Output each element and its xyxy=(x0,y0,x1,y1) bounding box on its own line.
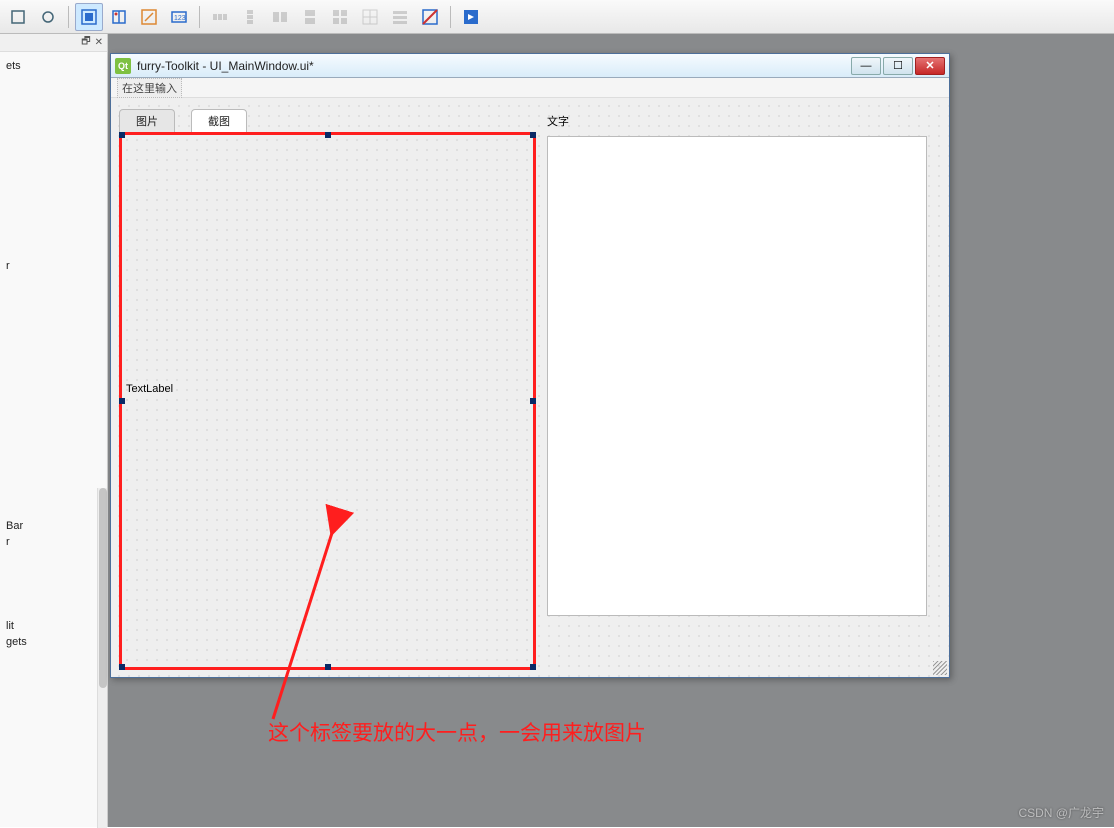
svg-text:123: 123 xyxy=(174,15,186,22)
vbox-icon xyxy=(236,3,264,31)
tab-bar: 图片 截图 xyxy=(119,110,536,132)
qlabel-widget[interactable]: TextLabel xyxy=(126,383,173,395)
titlebar[interactable]: Qt furry-Toolkit - UI_MainWindow.ui* — ☐… xyxy=(111,54,949,78)
break2-icon[interactable] xyxy=(416,3,444,31)
menubar-hint[interactable]: 在这里输入 xyxy=(117,78,182,98)
widget-category[interactable]: Bar xyxy=(4,518,103,534)
close-button[interactable]: ✕ xyxy=(915,57,945,75)
left-scroll-thumb[interactable] xyxy=(99,488,107,688)
edit-signals-icon[interactable] xyxy=(34,3,62,31)
selection-handle[interactable] xyxy=(530,398,536,404)
widget-category[interactable]: ets xyxy=(4,58,103,74)
tab-page-screenshot[interactable]: TextLabel xyxy=(119,132,536,670)
dock-header: 🗗 ✕ xyxy=(0,34,107,52)
hbox-icon xyxy=(206,3,234,31)
edit-widgets-icon[interactable] xyxy=(4,3,32,31)
text-edit-widget[interactable] xyxy=(547,136,927,616)
tab-image[interactable]: 图片 xyxy=(119,109,175,132)
widget-category[interactable]: lit xyxy=(4,618,103,634)
design-canvas: Qt furry-Toolkit - UI_MainWindow.ui* — ☐… xyxy=(108,34,1114,827)
resize-grip[interactable] xyxy=(933,661,947,675)
hsplit-icon xyxy=(266,3,294,31)
widget-box-panel: 🗗 ✕ ets rBarrlitgets xyxy=(0,34,108,827)
layout-adjust-icon[interactable]: 123 xyxy=(165,3,193,31)
widget-category[interactable]: gets xyxy=(4,634,103,650)
minimize-button[interactable]: — xyxy=(851,57,881,75)
selection-handle[interactable] xyxy=(325,132,331,138)
widget-category[interactable] xyxy=(4,554,103,558)
layout-form-icon[interactable] xyxy=(105,3,133,31)
dock-float-icon[interactable]: 🗗 xyxy=(81,34,90,51)
selection-handle[interactable] xyxy=(119,398,125,404)
form-body[interactable]: 图片 截图 TextLabel 文字 xyxy=(111,98,949,677)
selection-handle[interactable] xyxy=(119,664,125,670)
window-title: furry-Toolkit - UI_MainWindow.ui* xyxy=(137,59,851,73)
tab-screenshot[interactable]: 截图 xyxy=(191,109,247,132)
selection-handle[interactable] xyxy=(530,132,536,138)
form2-icon xyxy=(386,3,414,31)
selection-handle[interactable] xyxy=(325,664,331,670)
selection-handle[interactable] xyxy=(119,132,125,138)
grid-icon xyxy=(326,3,354,31)
watermark: CSDN @广龙宇 xyxy=(1018,804,1104,821)
grid2-icon xyxy=(356,3,384,31)
vsplit-icon xyxy=(296,3,324,31)
layout-break-icon[interactable] xyxy=(135,3,163,31)
left-scrollbar[interactable] xyxy=(97,488,107,828)
layout-grid-icon[interactable] xyxy=(75,3,103,31)
tab-widget[interactable]: 图片 截图 TextLabel xyxy=(119,110,536,670)
annotation-text: 这个标签要放的大一点，一会用来放图片 xyxy=(268,717,646,747)
widget-category[interactable]: r xyxy=(4,534,103,550)
widget-category[interactable] xyxy=(4,274,103,278)
maximize-button[interactable]: ☐ xyxy=(883,57,913,75)
text-section-label: 文字 xyxy=(547,113,569,129)
widget-category[interactable]: r xyxy=(4,258,103,274)
dock-close-icon[interactable]: ✕ xyxy=(95,37,103,48)
selection-handle[interactable] xyxy=(530,664,536,670)
qt-icon: Qt xyxy=(115,58,131,74)
preview-icon[interactable] xyxy=(457,3,485,31)
designer-window: Qt furry-Toolkit - UI_MainWindow.ui* — ☐… xyxy=(110,53,950,678)
design-menubar[interactable]: 在这里输入 xyxy=(111,78,949,98)
main-toolbar: 123 xyxy=(0,0,1114,34)
